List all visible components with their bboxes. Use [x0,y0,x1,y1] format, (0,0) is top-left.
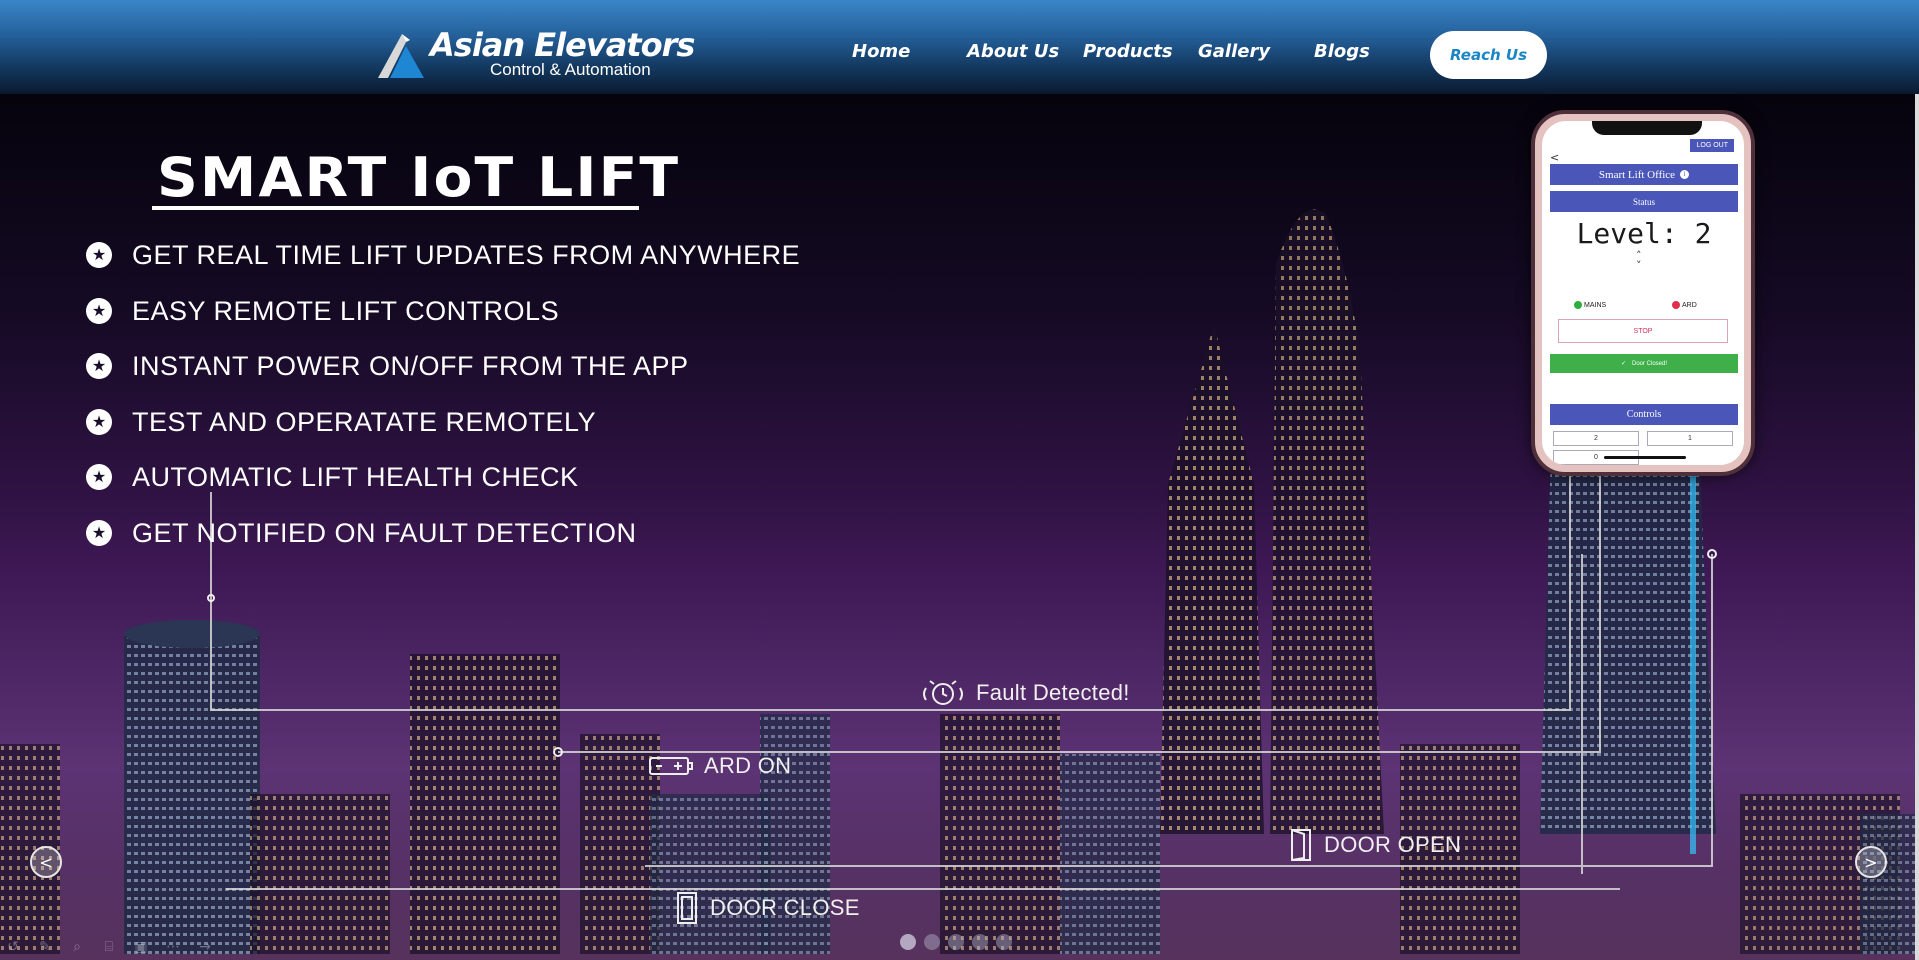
alarm-clock-icon [920,678,966,708]
nav-products[interactable]: Products [1083,41,1173,62]
nav-home[interactable]: Home [852,41,910,62]
star-icon: ★ [86,409,112,435]
app-header-text: Smart Lift Office [1598,168,1676,181]
battery-icon [648,754,694,778]
elevator-logo-icon [378,34,424,78]
feature-text: INSTANT POWER ON/OFF FROM THE APP [132,350,689,381]
up-down-chevron-icon: ˄ ˅ [1636,249,1642,272]
feature-item: ★ GET REAL TIME LIFT UPDATES FROM ANYWHE… [86,238,800,272]
door-status-text: Door Closed! [1632,360,1668,367]
star-icon: ★ [86,520,112,546]
site-header: Asian Elevators Control & Automation Hom… [0,0,1919,94]
brand-tagline: Control & Automation [490,60,651,79]
star-icon: ★ [86,464,112,490]
carousel-dot[interactable] [924,934,940,950]
callout-fault-detected: Fault Detected! [920,678,1130,708]
feature-text: AUTOMATIC LIFT HEALTH CHECK [132,461,579,492]
callout-text: DOOR OPEN [1324,832,1462,857]
ard-indicator: ARD [1672,301,1697,309]
callout-ard-on: ARD ON [648,753,791,779]
feature-text: GET NOTIFIED ON FAULT DETECTION [132,517,637,548]
feature-item: ★ TEST AND OPERATATE REMOTELY [86,405,596,439]
mains-label: MAINS [1584,301,1607,309]
title-underline [152,206,639,210]
callout-text: Fault Detected! [976,680,1130,705]
feature-item: ★ INSTANT POWER ON/OFF FROM THE APP [86,349,689,383]
star-icon: ★ [86,298,112,324]
feature-text: TEST AND OPERATATE REMOTELY [132,406,597,437]
door-status-bar: ✓ Door Closed! [1550,354,1738,373]
ard-status-dot [1672,301,1680,309]
zoom-icon[interactable]: ⌕ [64,936,90,958]
callout-door-close: DOOR CLOSE [674,891,860,925]
callout-door-open: DOOR OPEN [1288,828,1461,862]
hero-slider: SMART IoT LIFT ★ GET REAL TIME LIFT UPDA… [0,94,1919,960]
feature-text: GET REAL TIME LIFT UPDATES FROM ANYWHERE [132,239,801,270]
logout-button[interactable]: LOG OUT [1690,139,1734,152]
controls-bar: Controls [1550,404,1738,425]
floor-button-2[interactable]: 2 [1553,431,1639,446]
app-header: Smart Lift Office i [1550,164,1738,185]
media-toolbar: ↺ ✎ ⌕ ⌸ ▣ ⋯ → [0,936,218,958]
mains-indicator: MAINS [1574,301,1606,309]
phone-notch [1592,121,1702,135]
home-indicator [1604,456,1686,459]
nav-blogs[interactable]: Blogs [1314,41,1370,62]
captions-icon[interactable]: ⌸ [96,936,122,958]
back-arrow-icon[interactable]: < [1550,151,1559,164]
callout-text: ARD ON [704,753,792,778]
lift-level: Level: 2 [1576,217,1712,250]
check-circle-icon: ✓ [1620,361,1626,367]
feature-item: ★ GET NOTIFIED ON FAULT DETECTION [86,516,637,550]
carousel-dot[interactable] [948,934,964,950]
carousel-dot[interactable] [972,934,988,950]
camera-icon[interactable]: ▣ [128,936,154,958]
hero-title: SMART IoT LIFT [157,146,681,209]
carousel-dot[interactable] [900,934,916,950]
carousel-prev-button[interactable]: < [30,846,62,878]
nav-about-us[interactable]: About Us [967,41,1059,62]
carousel-next-button[interactable]: > [1855,846,1887,878]
app-screen: LOG OUT < Smart Lift Office i Status Lev… [1542,121,1744,465]
feature-item: ★ AUTOMATIC LIFT HEALTH CHECK [86,460,579,494]
brand-name: Asian Elevators [430,26,695,64]
status-bar: Status [1550,191,1738,212]
feature-text: EASY REMOTE LIFT CONTROLS [132,295,560,326]
callout-text: DOOR CLOSE [710,895,860,920]
forward-icon[interactable]: → [192,936,218,958]
reach-us-button[interactable]: Reach Us [1430,31,1547,79]
mains-status-dot [1574,301,1582,309]
info-icon: i [1680,170,1690,179]
door-closed-icon [674,891,700,925]
star-icon: ★ [86,353,112,379]
pencil-icon[interactable]: ✎ [32,936,58,958]
undo-icon[interactable]: ↺ [0,936,26,958]
feature-item: ★ EASY REMOTE LIFT CONTROLS [86,294,559,328]
star-icon: ★ [86,242,112,268]
floor-button-1[interactable]: 1 [1647,431,1733,446]
door-open-icon [1288,828,1314,862]
stop-button[interactable]: STOP [1558,319,1728,343]
phone-mockup: LOG OUT < Smart Lift Office i Status Lev… [1531,110,1755,476]
more-icon[interactable]: ⋯ [160,936,186,958]
carousel-dots [900,934,1012,950]
ard-label: ARD [1682,301,1697,309]
nav-gallery[interactable]: Gallery [1198,41,1270,62]
carousel-dot[interactable] [996,934,1012,950]
brand-logo[interactable]: Asian Elevators Control & Automation [376,26,695,84]
vertical-scrollbar[interactable] [1915,94,1919,960]
